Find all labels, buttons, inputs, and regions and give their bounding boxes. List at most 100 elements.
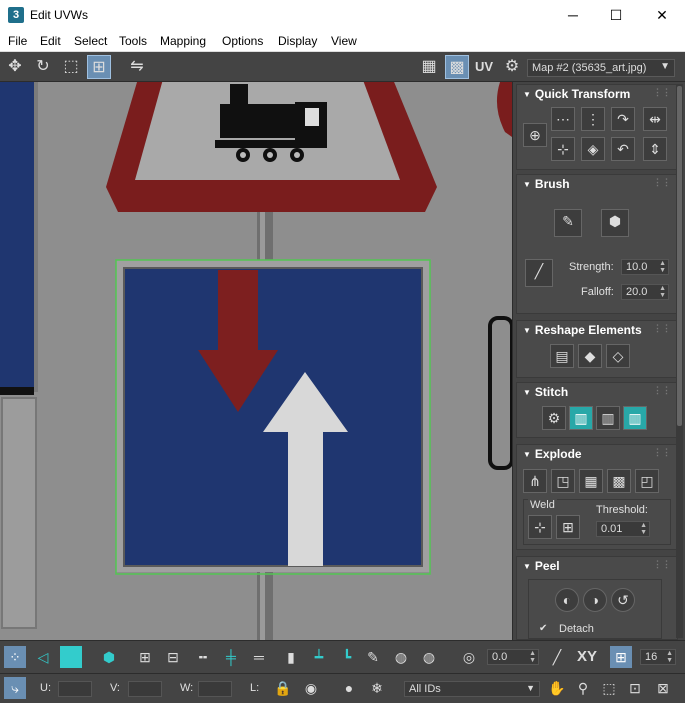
align-grid-icon[interactable]: ⊹ bbox=[551, 137, 575, 161]
edge-sel-icon[interactable]: ┗ bbox=[336, 646, 358, 668]
maximize-button[interactable]: ☐ bbox=[593, 0, 639, 31]
v-field[interactable] bbox=[128, 681, 162, 697]
rotate-icon[interactable]: ↻ bbox=[31, 55, 55, 79]
paint-select-icon[interactable]: ✎ bbox=[362, 646, 384, 668]
align-vertical-icon[interactable]: ⋮ bbox=[581, 107, 605, 131]
weld-selected-icon[interactable]: ⊞ bbox=[556, 515, 580, 539]
menu-file[interactable]: File bbox=[8, 34, 27, 48]
xy-label[interactable]: XY bbox=[573, 646, 601, 668]
mirror-icon[interactable]: ⇋ bbox=[125, 55, 149, 79]
edge-mode-icon[interactable]: ◁ bbox=[32, 646, 54, 668]
stitch-to-target-icon[interactable]: ▥ bbox=[569, 406, 593, 430]
w-field[interactable] bbox=[198, 681, 232, 697]
loop-grow-icon[interactable]: ╪ bbox=[220, 646, 242, 668]
spinner-arrows-icon[interactable]: ▲ ▼ bbox=[659, 260, 666, 274]
ids-select[interactable]: All IDs ▼ bbox=[404, 681, 540, 697]
scale-icon[interactable]: ⬚ bbox=[59, 55, 83, 79]
flatten-icon[interactable]: ▦ bbox=[579, 469, 603, 493]
polygon-explode-icon[interactable]: ▩ bbox=[607, 469, 631, 493]
shrink-selection-icon[interactable]: ⊟ bbox=[162, 646, 184, 668]
checker-map-icon[interactable]: ▩ bbox=[445, 55, 469, 79]
zoom-region-icon[interactable]: ⬚ bbox=[598, 677, 620, 699]
align-horizontal-icon[interactable]: ⋯ bbox=[551, 107, 575, 131]
hide-icon[interactable]: ◉ bbox=[300, 677, 322, 699]
falloff-type-icon[interactable]: ╱ bbox=[546, 646, 568, 668]
stitch-custom-icon[interactable]: ⚙ bbox=[542, 406, 566, 430]
zoom-extents-icon[interactable]: ⊡ bbox=[624, 677, 646, 699]
grow-selection-icon[interactable]: ⊞ bbox=[134, 646, 156, 668]
selection-center-icon[interactable]: ⊕ bbox=[523, 123, 547, 147]
rotate-ccw-icon[interactable]: ↶ bbox=[611, 137, 635, 161]
falloff-spinner[interactable]: 20.0 ▲ ▼ bbox=[621, 284, 669, 300]
polygon-mode-icon[interactable] bbox=[60, 646, 82, 668]
brush-line-icon[interactable]: ╱ bbox=[525, 259, 553, 287]
straighten-icon[interactable]: ◈ bbox=[581, 137, 605, 161]
spinner-arrows-icon[interactable]: ▲ ▼ bbox=[666, 650, 673, 664]
quick-peel-icon[interactable]: ◐ bbox=[555, 588, 579, 612]
rollout-header[interactable]: ▼ Brush ⋮⋮ bbox=[517, 175, 677, 193]
break-icon[interactable]: ⋔ bbox=[523, 469, 547, 493]
detach-checkbox[interactable]: ✔ bbox=[539, 623, 547, 634]
detach-edge-icon[interactable]: ◳ bbox=[551, 469, 575, 493]
move-icon[interactable]: ✥ bbox=[3, 55, 27, 79]
zoom-icon[interactable]: ⚲ bbox=[572, 677, 594, 699]
uv-viewport[interactable] bbox=[0, 82, 512, 640]
pan-icon[interactable]: ✋ bbox=[546, 677, 568, 699]
spinner-arrows-icon[interactable]: ▲ ▼ bbox=[659, 285, 666, 299]
absolute-offset-icon[interactable]: ⤷ bbox=[4, 677, 26, 699]
rollout-header[interactable]: ▼ Reshape Elements ⋮⋮ bbox=[517, 321, 677, 339]
menu-mapping[interactable]: Mapping bbox=[160, 34, 206, 48]
grid-size-field[interactable]: 16 ▲ ▼ bbox=[640, 649, 676, 665]
panel-scroll-thumb[interactable] bbox=[677, 86, 682, 426]
ring-grow-icon[interactable]: ▮ bbox=[280, 646, 302, 668]
uv-label[interactable]: UV bbox=[472, 55, 496, 79]
u-field[interactable] bbox=[58, 681, 92, 697]
relax-brush-icon[interactable]: ⬢ bbox=[601, 209, 629, 237]
rollout-header[interactable]: ▼ Peel ⋮⋮ bbox=[517, 557, 677, 575]
menu-select[interactable]: Select bbox=[74, 34, 107, 48]
spinner-arrows-icon[interactable]: ▲ ▼ bbox=[529, 650, 536, 664]
close-button[interactable]: ✕ bbox=[639, 0, 685, 31]
space-vertical-icon[interactable]: ⇕ bbox=[643, 137, 667, 161]
vertex-mode-icon[interactable]: ⁘ bbox=[4, 646, 26, 668]
stitch-average-icon[interactable]: ▥ bbox=[596, 406, 620, 430]
checker-icon[interactable]: ▦ bbox=[417, 55, 441, 79]
grid-snap-icon[interactable]: ⊞ bbox=[610, 646, 632, 668]
menu-display[interactable]: Display bbox=[278, 34, 317, 48]
lock-icon[interactable]: 🔒 bbox=[272, 677, 294, 699]
smoothing-group-icon[interactable]: ◰ bbox=[635, 469, 659, 493]
paint-move-icon[interactable]: ✎ bbox=[554, 209, 582, 237]
point-to-point-icon[interactable]: ┷ bbox=[308, 646, 330, 668]
rotate-cw-icon[interactable]: ↷ bbox=[611, 107, 635, 131]
peel-mode-icon[interactable]: ◑ bbox=[583, 588, 607, 612]
freeform-icon[interactable]: ⊞ bbox=[87, 55, 111, 79]
minimize-button[interactable]: ─ bbox=[550, 0, 596, 31]
menu-tools[interactable]: Tools bbox=[119, 34, 147, 48]
rollout-header[interactable]: ▼ Explode ⋮⋮ bbox=[517, 445, 677, 463]
texture-settings-icon[interactable]: ⚙ bbox=[500, 55, 524, 79]
reset-peel-icon[interactable]: ↺ bbox=[611, 588, 635, 612]
menu-options[interactable]: Options bbox=[222, 34, 263, 48]
brush-grow-icon[interactable]: ◍ bbox=[390, 646, 412, 668]
weld-target-icon[interactable]: ⊹ bbox=[528, 515, 552, 539]
element-mode-icon[interactable]: ⬢ bbox=[98, 646, 120, 668]
zoom-selected-icon[interactable]: ⊠ bbox=[652, 677, 674, 699]
soft-selection-icon[interactable]: ◎ bbox=[458, 646, 480, 668]
strength-spinner[interactable]: 10.0 ▲ ▼ bbox=[621, 259, 669, 275]
stitch-to-source-icon[interactable]: ▥ bbox=[623, 406, 647, 430]
relax-until-flat-icon[interactable]: ◆ bbox=[578, 344, 602, 368]
threshold-spinner[interactable]: 0.01 ▲ ▼ bbox=[596, 521, 650, 537]
angle-field[interactable]: 0.0 ▲ ▼ bbox=[487, 649, 539, 665]
show-icon[interactable]: ● bbox=[338, 677, 360, 699]
freeze-icon[interactable]: ❄ bbox=[366, 677, 388, 699]
menu-view[interactable]: View bbox=[331, 34, 357, 48]
brush-shrink-icon[interactable]: ◍ bbox=[418, 646, 440, 668]
spinner-arrows-icon[interactable]: ▲ ▼ bbox=[640, 522, 647, 536]
map-select[interactable]: Map #2 (35635_art.jpg) ▼ bbox=[527, 59, 675, 77]
space-horizontal-icon[interactable]: ⇹ bbox=[643, 107, 667, 131]
rollout-header[interactable]: ▼ Stitch ⋮⋮ bbox=[517, 383, 677, 401]
loop-icon[interactable]: ╍ bbox=[192, 646, 214, 668]
straighten-selection-icon[interactable]: ▤ bbox=[550, 344, 574, 368]
menu-edit[interactable]: Edit bbox=[40, 34, 61, 48]
relax-icon[interactable]: ◇ bbox=[606, 344, 630, 368]
